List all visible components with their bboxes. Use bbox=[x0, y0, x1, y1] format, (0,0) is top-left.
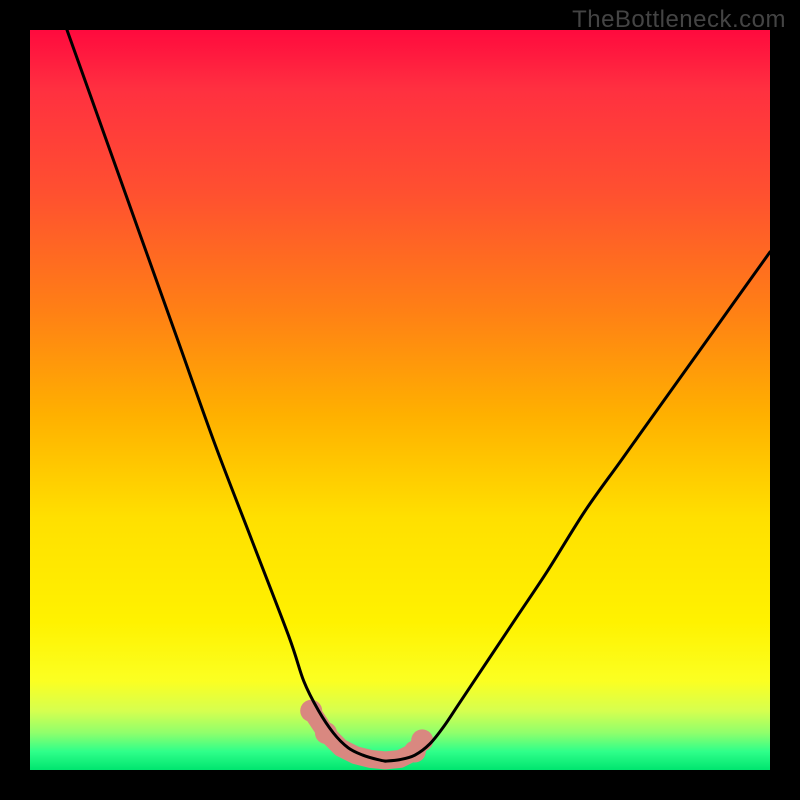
chart-svg bbox=[30, 30, 770, 770]
chart-frame: TheBottleneck.com bbox=[0, 0, 800, 800]
curve-lines bbox=[67, 30, 770, 761]
bottom-band bbox=[300, 700, 433, 763]
watermark-text: TheBottleneck.com bbox=[572, 6, 786, 34]
curve-left bbox=[67, 30, 385, 761]
curve-right bbox=[385, 252, 770, 761]
plot-area bbox=[30, 30, 770, 770]
